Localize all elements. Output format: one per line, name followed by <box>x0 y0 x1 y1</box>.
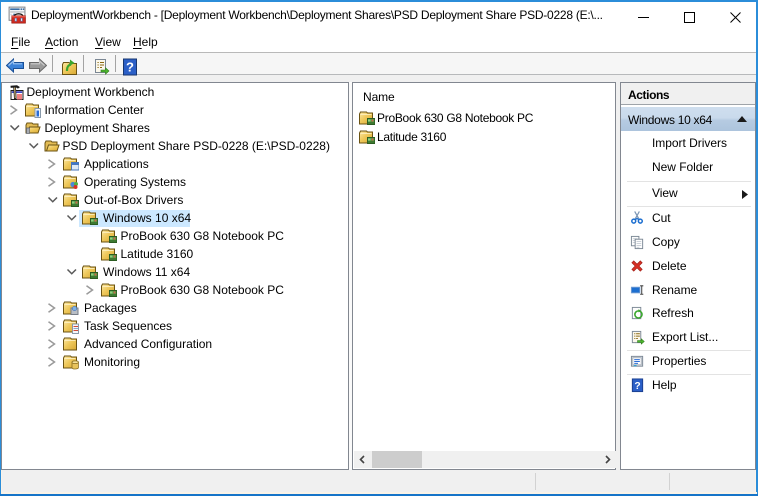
svg-text:?: ? <box>634 381 640 392</box>
svg-text:?: ? <box>126 60 134 75</box>
